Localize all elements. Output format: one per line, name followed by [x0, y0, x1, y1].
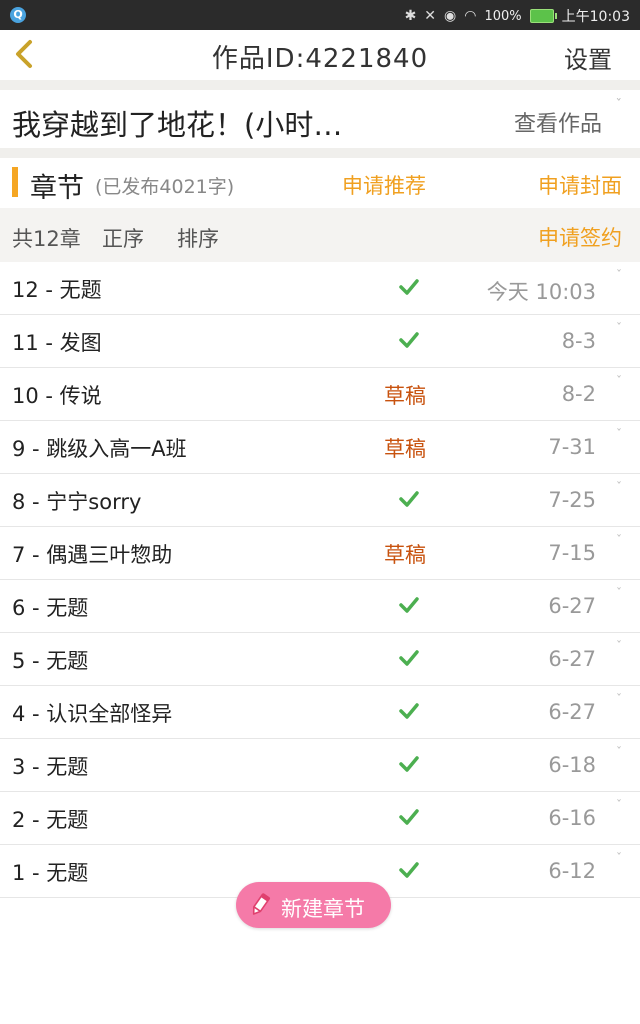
chapter-section-header: 章节 (已发布4021字) 申请推荐 申请封面	[0, 158, 640, 208]
chapter-section-label: 章节	[30, 173, 84, 204]
chapter-name: 4 - 认识全部怪异	[12, 702, 173, 726]
caret-icon[interactable]: ˇ	[616, 533, 622, 547]
published-word-count: (已发布4021字)	[95, 176, 235, 198]
chapter-name: 10 - 传说	[12, 384, 102, 408]
new-chapter-button[interactable]: 新建章节	[236, 882, 391, 928]
caret-icon[interactable]: ˇ	[616, 639, 622, 653]
apply-contract-button[interactable]: 申请签约	[538, 222, 622, 252]
chapter-row[interactable]: 9 - 跳级入高一A班 草稿 7-31 ˇ	[0, 421, 640, 474]
caret-icon[interactable]: ˇ	[616, 480, 622, 494]
caret-icon[interactable]: ˇ	[616, 745, 622, 759]
chapter-count: 共12章	[12, 227, 81, 251]
chapter-row[interactable]: 11 - 发图 8-3 ˇ	[0, 315, 640, 368]
chapter-row[interactable]: 2 - 无题 6-16 ˇ	[0, 792, 640, 845]
work-title: 我穿越到了地花！(小时…	[12, 108, 343, 142]
check-icon	[399, 491, 419, 507]
chapter-name: 1 - 无题	[12, 861, 89, 885]
check-icon	[399, 597, 419, 613]
battery-percent: 100%	[484, 8, 522, 24]
new-chapter-label: 新建章节	[281, 897, 365, 921]
divider	[0, 148, 640, 158]
draft-status: 草稿	[384, 437, 426, 461]
status-bar: Q ✱ ✕ ◉ ◠ 100% 上午10:03	[0, 0, 640, 30]
chapter-date: 6-27	[548, 647, 596, 671]
caret-icon[interactable]: ˇ	[616, 268, 622, 282]
chapter-date: 6-27	[548, 594, 596, 618]
chapter-date: 6-16	[548, 806, 596, 830]
chapter-row[interactable]: 8 - 宁宁sorry 7-25 ˇ	[0, 474, 640, 527]
chapter-date: 8-3	[561, 329, 596, 353]
chapter-date: 7-15	[548, 541, 596, 565]
order-asc-button[interactable]: 正序	[102, 223, 144, 253]
chapter-name: 8 - 宁宁sorry	[12, 490, 142, 514]
chapter-name: 5 - 无题	[12, 649, 89, 673]
apply-cover-button[interactable]: 申请封面	[538, 170, 622, 200]
chapter-name: 6 - 无题	[12, 596, 89, 620]
chapter-date: 7-31	[548, 435, 596, 459]
check-icon	[399, 650, 419, 666]
chapter-list: 12 - 无题 今天 10:03 ˇ 11 - 发图 8-3 ˇ 10 - 传说 草稿 8-2 ˇ…	[0, 262, 640, 898]
page-title: 作品ID:4221840	[211, 44, 429, 74]
check-icon	[399, 703, 419, 719]
settings-button[interactable]: 设置	[564, 40, 612, 75]
battery-icon	[529, 9, 557, 23]
check-icon	[399, 756, 419, 772]
caret-icon[interactable]: ˇ	[616, 321, 622, 335]
caret-icon[interactable]: ˇ	[616, 798, 622, 812]
chapter-row[interactable]: 6 - 无题 6-27 ˇ	[0, 580, 640, 633]
caret-icon[interactable]: ˇ	[616, 427, 622, 441]
caret-icon: ˇ	[615, 98, 623, 113]
chapter-date: 6-12	[548, 859, 596, 883]
chapter-date: 今天 10:03	[486, 280, 596, 304]
status-bar-right: ✱ ✕ ◉ ◠ 100% 上午10:03	[405, 6, 630, 26]
top-bar: 作品ID:4221840 设置	[0, 30, 640, 80]
check-icon	[399, 332, 419, 348]
work-row: 我穿越到了地花！(小时… 查看作品 ˇ	[0, 90, 640, 148]
mute-icon: ✕	[424, 8, 437, 24]
bluetooth-icon: ✱	[404, 8, 417, 24]
caret-icon[interactable]: ˇ	[616, 692, 622, 706]
chapter-row[interactable]: 4 - 认识全部怪异 6-27 ˇ	[0, 686, 640, 739]
caret-icon[interactable]: ˇ	[616, 586, 622, 600]
chapter-row[interactable]: 5 - 无题 6-27 ˇ	[0, 633, 640, 686]
chapter-name: 9 - 跳级入高一A班	[12, 437, 187, 461]
check-icon	[399, 809, 419, 825]
chapter-date: 7-25	[548, 488, 596, 512]
chapter-row[interactable]: 3 - 无题 6-18 ˇ	[0, 739, 640, 792]
view-work-button[interactable]: 查看作品	[514, 106, 602, 138]
pencil-icon	[252, 893, 270, 915]
chapter-name: 2 - 无题	[12, 808, 89, 832]
eye-icon: ◉	[444, 8, 457, 24]
draft-status: 草稿	[384, 543, 426, 567]
filter-row: 共12章 正序 排序 申请签约	[0, 208, 640, 262]
caret-icon[interactable]: ˇ	[616, 851, 622, 865]
status-time: 上午10:03	[561, 9, 630, 25]
chapter-row[interactable]: 12 - 无题 今天 10:03 ˇ	[0, 262, 640, 315]
chapter-row[interactable]: 10 - 传说 草稿 8-2 ˇ	[0, 368, 640, 421]
divider	[0, 80, 640, 90]
check-icon	[399, 279, 419, 295]
check-icon	[399, 862, 419, 878]
chapter-name: 11 - 发图	[12, 331, 102, 355]
sort-button[interactable]: 排序	[177, 223, 219, 253]
caret-icon[interactable]: ˇ	[616, 374, 622, 388]
chapter-date: 6-27	[548, 700, 596, 724]
wifi-icon: ◠	[464, 8, 477, 24]
chapter-name: 7 - 偶遇三叶惣助	[12, 543, 173, 567]
chapter-row[interactable]: 7 - 偶遇三叶惣助 草稿 7-15 ˇ	[0, 527, 640, 580]
chapter-name: 12 - 无题	[12, 278, 102, 302]
chapter-date: 8-2	[561, 382, 596, 406]
draft-status: 草稿	[384, 384, 426, 408]
apply-recommend-button[interactable]: 申请推荐	[342, 170, 426, 200]
chapter-date: 6-18	[548, 753, 596, 777]
app-notification-icon: Q	[10, 7, 26, 23]
section-marker	[12, 167, 18, 197]
chapter-name: 3 - 无题	[12, 755, 89, 779]
